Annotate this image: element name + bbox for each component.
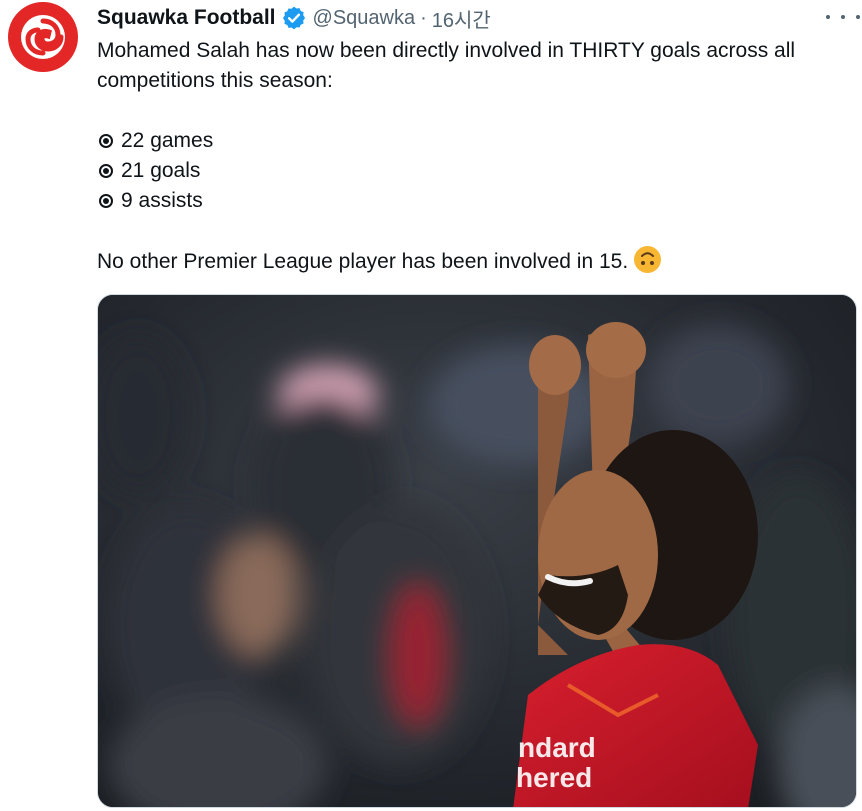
tweet-closing-line: No other Premier League player has been … — [97, 246, 662, 277]
squawka-logo-icon — [21, 15, 65, 59]
svg-text:ndard: ndard — [518, 732, 596, 763]
stat-item: 21 goals — [97, 156, 200, 186]
tweet-text-line-2: competitions this season: — [97, 69, 333, 92]
author-avatar[interactable] — [8, 2, 78, 72]
header-separator: · — [420, 6, 427, 29]
closing-text: No other Premier League player has been … — [97, 250, 629, 273]
more-options-icon[interactable] — [826, 6, 860, 28]
svg-text:hered: hered — [516, 762, 592, 793]
tweet-media-photo[interactable]: ndard hered — [97, 294, 857, 808]
stat-label: 21 goals — [121, 159, 201, 182]
stat-item: 9 assists — [97, 186, 203, 216]
radio-bullet-icon — [99, 194, 113, 208]
stat-label: 9 assists — [121, 189, 203, 212]
radio-bullet-icon — [99, 164, 113, 178]
stat-label: 22 games — [121, 129, 214, 152]
radio-bullet-icon — [99, 134, 113, 148]
tweet-text-line-1: Mohamed Salah has now been directly invo… — [97, 39, 796, 62]
tweet-timestamp[interactable]: 16시간 — [432, 4, 491, 33]
upside-down-face-icon — [634, 246, 662, 273]
author-handle[interactable]: @Squawka — [313, 7, 416, 30]
celebration-photo: ndard hered — [98, 295, 856, 807]
author-display-name[interactable]: Squawka Football — [97, 6, 276, 30]
tweet-header: Squawka Football @Squawka · 16시간 — [97, 3, 491, 33]
stat-item: 22 games — [97, 126, 213, 156]
verified-badge-icon — [281, 5, 307, 31]
